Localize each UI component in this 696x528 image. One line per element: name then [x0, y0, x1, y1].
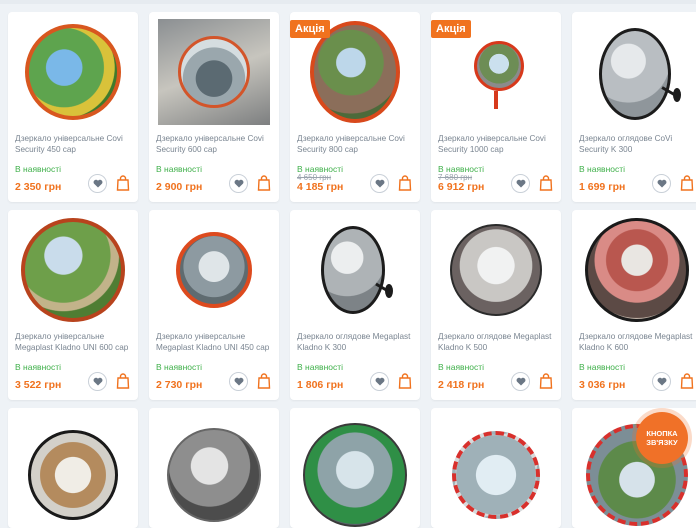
product-card[interactable]: Дзеркало оглядове Megaplast Kladno K 500…	[431, 210, 561, 400]
product-image[interactable]	[16, 216, 130, 324]
product-price: 2 350 грн	[15, 181, 62, 193]
product-price: 3 522 грн	[15, 379, 62, 391]
product-card[interactable]	[8, 408, 138, 528]
product-price: 1 806 грн	[297, 379, 344, 391]
heart-icon	[375, 179, 384, 188]
product-card[interactable]: Дзеркало оглядове Megaplast Kladno K 600…	[572, 210, 696, 400]
heart-icon	[93, 377, 102, 386]
product-name[interactable]: Дзеркало універсальне Covi Security 800 …	[297, 133, 415, 155]
sale-badge: Акція	[431, 20, 471, 38]
callback-label-line2: ЗВ'ЯЗКУ	[646, 438, 678, 447]
top-strip	[0, 0, 696, 4]
cart-bag-icon[interactable]	[680, 175, 694, 191]
product-image[interactable]	[157, 18, 271, 126]
cart-bag-icon[interactable]	[680, 373, 694, 389]
callback-label-line1: КНОПКА	[646, 429, 678, 438]
product-price: 6 912 грн	[438, 181, 485, 193]
stock-status: В наявності	[156, 362, 203, 372]
favorite-button[interactable]	[229, 372, 248, 391]
product-name[interactable]: Дзеркало універсальне Covi Security 1000…	[438, 133, 556, 155]
product-card[interactable]: Акція Дзеркало універсальне Covi Securit…	[431, 12, 561, 202]
product-price: 2 418 грн	[438, 379, 485, 391]
favorite-button[interactable]	[511, 372, 530, 391]
heart-icon	[375, 377, 384, 386]
heart-icon	[93, 179, 102, 188]
callback-button[interactable]: КНОПКА ЗВ'ЯЗКУ	[636, 412, 688, 464]
product-name[interactable]: Дзеркало універсальне Megaplast Kladno U…	[15, 331, 133, 353]
heart-icon	[234, 377, 243, 386]
favorite-button[interactable]	[652, 372, 671, 391]
favorite-button[interactable]	[88, 372, 107, 391]
product-card[interactable]: Дзеркало універсальне Megaplast Kladno U…	[8, 210, 138, 400]
product-name[interactable]: Дзеркало оглядове Megaplast Kladno K 500	[438, 331, 556, 353]
product-price: 3 036 грн	[579, 379, 626, 391]
stock-status: В наявності	[579, 362, 626, 372]
product-price: 1 699 грн	[579, 181, 626, 193]
product-price: 4 185 грн	[297, 181, 344, 193]
product-image[interactable]	[580, 18, 694, 126]
product-image[interactable]	[298, 216, 412, 324]
product-name[interactable]: Дзеркало оглядове Megaplast Kladno K 300	[297, 331, 415, 353]
product-name[interactable]: Дзеркало оглядове CoVi Security K 300	[579, 133, 696, 155]
product-image[interactable]	[16, 414, 130, 522]
stock-status: В наявності	[15, 362, 62, 372]
cart-bag-icon[interactable]	[116, 175, 130, 191]
product-card[interactable]	[431, 408, 561, 528]
product-image[interactable]	[16, 18, 130, 126]
cart-bag-icon[interactable]	[257, 175, 271, 191]
product-image[interactable]	[298, 414, 412, 527]
product-image[interactable]	[157, 216, 271, 324]
cart-bag-icon[interactable]	[398, 373, 412, 389]
heart-icon	[657, 377, 666, 386]
product-image[interactable]	[439, 414, 553, 522]
product-card[interactable]: Дзеркало оглядове CoVi Security K 300 В …	[572, 12, 696, 202]
product-card[interactable]	[149, 408, 279, 528]
product-card[interactable]: Дзеркало універсальне Megaplast Kladno U…	[149, 210, 279, 400]
product-card[interactable]: Акція Дзеркало універсальне Covi Securit…	[290, 12, 420, 202]
favorite-button[interactable]	[370, 372, 389, 391]
product-name[interactable]: Дзеркало універсальне Megaplast Kladno U…	[156, 331, 274, 353]
heart-icon	[657, 179, 666, 188]
cart-bag-icon[interactable]	[539, 175, 553, 191]
favorite-button[interactable]	[511, 174, 530, 193]
product-card[interactable]: Дзеркало універсальне Covi Security 450 …	[8, 12, 138, 202]
product-price: 2 900 грн	[156, 181, 203, 193]
product-image[interactable]	[580, 216, 694, 324]
product-card[interactable]: Дзеркало оглядове Megaplast Kladno K 300…	[290, 210, 420, 400]
cart-bag-icon[interactable]	[539, 373, 553, 389]
stock-status: В наявності	[156, 164, 203, 174]
heart-icon	[234, 179, 243, 188]
sale-badge: Акція	[290, 20, 330, 38]
favorite-button[interactable]	[652, 174, 671, 193]
cart-bag-icon[interactable]	[398, 175, 412, 191]
favorite-button[interactable]	[370, 174, 389, 193]
favorite-button[interactable]	[88, 174, 107, 193]
product-card[interactable]: Дзеркало універсальне Covi Security 600 …	[149, 12, 279, 202]
heart-icon	[516, 377, 525, 386]
stock-status: В наявності	[438, 362, 485, 372]
product-name[interactable]: Дзеркало оглядове Megaplast Kladno K 600	[579, 331, 696, 353]
cart-bag-icon[interactable]	[257, 373, 271, 389]
stock-status: В наявності	[579, 164, 626, 174]
product-image[interactable]	[439, 216, 553, 324]
product-image[interactable]	[157, 414, 271, 522]
stock-status: В наявності	[15, 164, 62, 174]
favorite-button[interactable]	[229, 174, 248, 193]
product-name[interactable]: Дзеркало універсальне Covi Security 600 …	[156, 133, 274, 155]
cart-bag-icon[interactable]	[116, 373, 130, 389]
product-card[interactable]	[290, 408, 420, 528]
stock-status: В наявності	[297, 362, 344, 372]
heart-icon	[516, 179, 525, 188]
product-name[interactable]: Дзеркало універсальне Covi Security 450 …	[15, 133, 133, 155]
product-price: 2 730 грн	[156, 379, 203, 391]
